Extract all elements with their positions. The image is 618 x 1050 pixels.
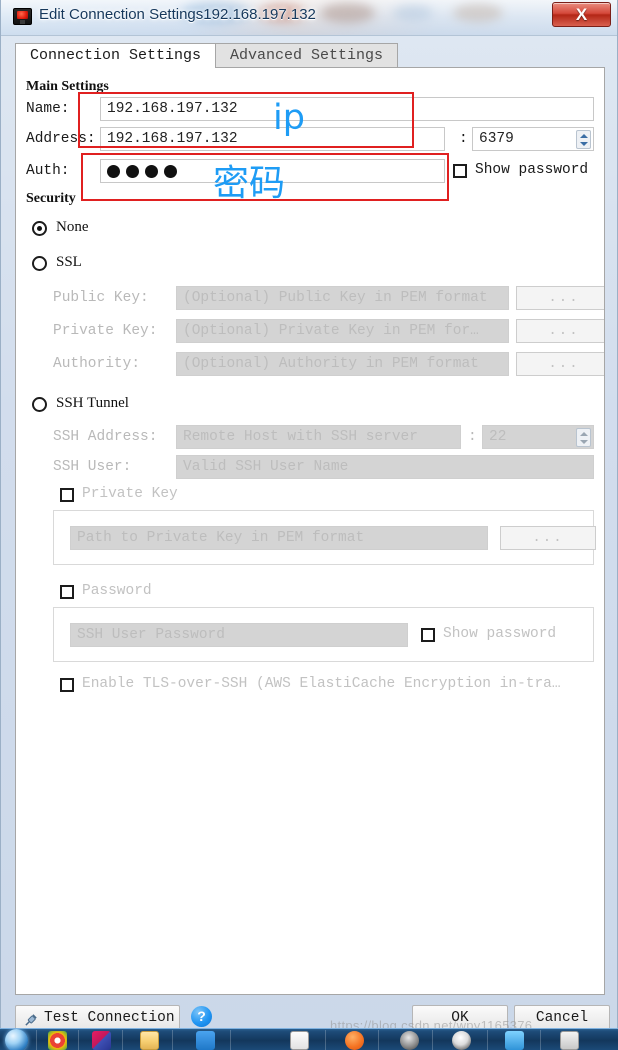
ssh-port-separator: : [468,429,477,445]
ssh-private-key-browse-button[interactable]: ... [500,526,596,550]
port-stepper[interactable]: 6379 [472,127,594,151]
main-settings-group-label: Main Settings [26,79,109,94]
ssh-address-label: SSH Address: [53,429,158,445]
public-key-input[interactable]: (Optional) Public Key in PEM format [176,286,509,310]
chevron-up-icon[interactable] [580,432,588,436]
taskbar-icon-app-dark[interactable] [452,1031,471,1050]
ssh-password-checkbox[interactable] [60,585,74,599]
connection-settings-pane: Main Settings Name: 192.168.197.132 Addr… [15,67,605,995]
radio-security-ssh-tunnel-label: SSH Tunnel [56,395,129,411]
taskbar-icon-app-cyan[interactable] [505,1031,524,1050]
taskbar-icon-notepad[interactable] [290,1031,309,1050]
port-spinner-arrows[interactable] [576,130,591,149]
chevron-down-icon[interactable] [580,440,588,444]
glass-blur-decoration [321,3,375,23]
security-group-label: Security [26,191,76,206]
port-input[interactable]: 6379 [479,128,514,150]
radio-security-none-label: None [56,219,89,235]
ssh-tls-checkbox[interactable] [60,678,74,692]
ssh-port-stepper[interactable]: 22 [482,425,594,449]
address-label: Address: [26,131,96,147]
ssh-password-input[interactable]: SSH User Password [70,623,408,647]
public-key-browse-button[interactable]: ... [516,286,604,310]
show-password-label: Show password [475,162,589,178]
taskbar-icon-orange-app[interactable] [345,1031,364,1050]
taskbar-icon-app-gray[interactable] [560,1031,579,1050]
port-separator: : [459,131,468,147]
name-input[interactable]: 192.168.197.132 [100,97,594,121]
tab-strip: Connection Settings Advanced Settings [15,43,399,68]
auth-label: Auth: [26,163,70,179]
help-icon[interactable]: ? [191,1006,212,1027]
title-bar: Edit Connection Settings192.168.197.132 … [1,0,617,36]
start-button-icon[interactable] [5,1029,28,1050]
address-input[interactable]: 192.168.197.132 [100,127,445,151]
windows-taskbar [0,1028,618,1050]
taskbar-icon-app-blue[interactable] [196,1031,215,1050]
close-icon: X [575,5,588,24]
ssh-port-spinner-arrows[interactable] [576,428,591,447]
private-key-browse-button[interactable]: ... [516,319,604,343]
ssh-port-input[interactable]: 22 [489,426,506,448]
taskbar-icon-folder[interactable] [140,1031,159,1050]
name-label: Name: [26,101,70,117]
taskbar-icon-editor[interactable] [92,1031,111,1050]
ssh-user-label: SSH User: [53,459,132,475]
password-mask-dots [101,160,177,182]
public-key-label: Public Key: [53,290,149,306]
close-button[interactable]: X [552,2,611,27]
ssh-show-password-checkbox[interactable] [421,628,435,642]
authority-browse-button[interactable]: ... [516,352,604,376]
ssh-user-input[interactable]: Valid SSH User Name [176,455,594,479]
ssh-private-key-checkbox[interactable] [60,488,74,502]
tab-advanced-settings[interactable]: Advanced Settings [215,43,399,68]
ssh-tls-checkbox-label: Enable TLS-over-SSH (AWS ElastiCache Enc… [82,676,561,692]
ssh-password-panel: SSH User Password Show password [53,607,594,662]
private-key-input[interactable]: (Optional) Private Key in PEM for… [176,319,509,343]
auth-password-input[interactable] [100,159,445,183]
ssh-show-password-label: Show password [443,626,557,642]
ssh-private-key-checkbox-label: Private Key [82,486,178,502]
glass-blur-decoration [453,4,503,22]
monitor-icon [13,8,32,25]
plug-icon [25,1014,37,1026]
edit-connection-dialog: Edit Connection Settings192.168.197.132 … [0,0,618,1035]
chevron-down-icon[interactable] [580,142,588,146]
window-title: Edit Connection Settings192.168.197.132 [39,6,316,23]
ssh-private-key-panel: Path to Private Key in PEM format ... [53,510,596,565]
taskbar-icon-chrome[interactable] [48,1031,67,1050]
chevron-up-icon[interactable] [580,134,588,138]
authority-label: Authority: [53,356,141,372]
ssh-password-checkbox-label: Password [82,583,152,599]
radio-security-ssl[interactable] [32,256,47,271]
show-password-checkbox[interactable] [453,164,467,178]
private-key-label: Private Key: [53,323,158,339]
authority-input[interactable]: (Optional) Authority in PEM format [176,352,509,376]
radio-security-ssh-tunnel[interactable] [32,397,47,412]
test-connection-label: Test Connection [44,1010,175,1026]
taskbar-icon-gear[interactable] [400,1031,419,1050]
glass-blur-decoration [393,5,433,21]
ssh-private-key-path-input[interactable]: Path to Private Key in PEM format [70,526,488,550]
radio-security-none[interactable] [32,221,47,236]
ssh-address-input[interactable]: Remote Host with SSH server [176,425,461,449]
tab-connection-settings[interactable]: Connection Settings [15,43,217,68]
radio-security-ssl-label: SSL [56,254,82,270]
